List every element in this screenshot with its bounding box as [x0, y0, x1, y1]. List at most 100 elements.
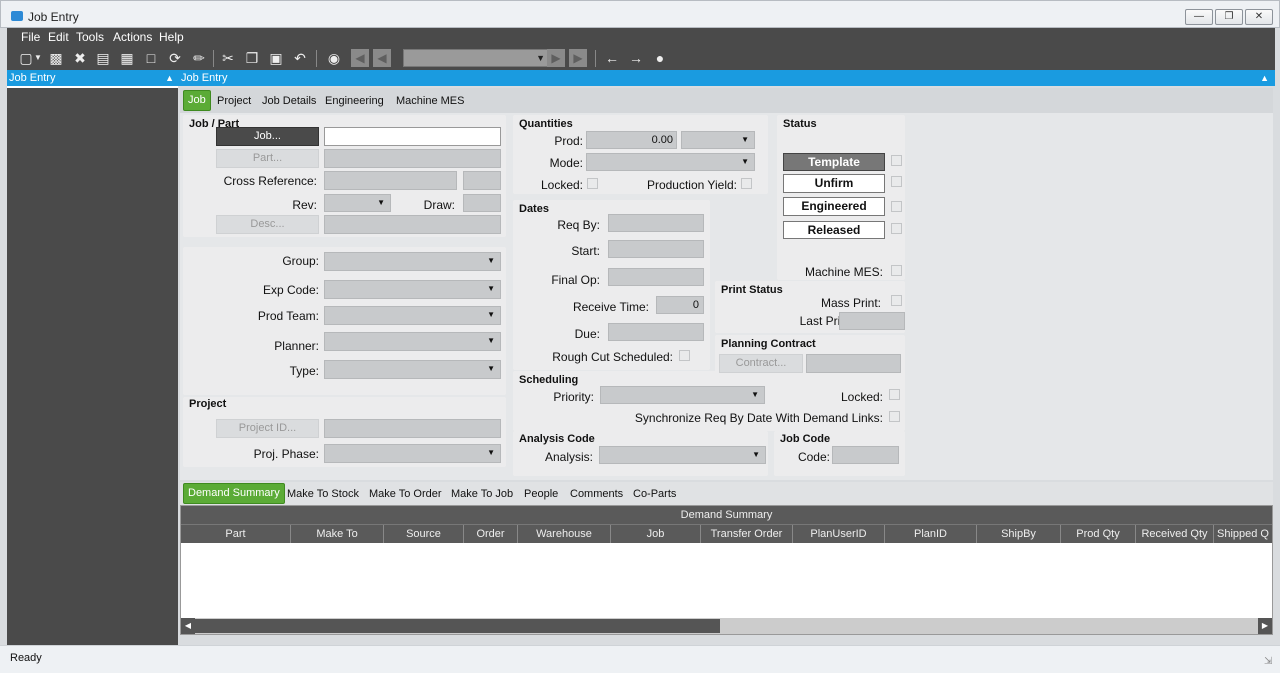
scroll-right-icon[interactable]: ▶	[1258, 618, 1272, 634]
unfirm-button[interactable]: Unfirm	[783, 174, 885, 193]
tab-people[interactable]: People	[524, 488, 558, 500]
mass-print-checkbox[interactable]	[891, 295, 902, 306]
tab-demand-summary[interactable]: Demand Summary	[183, 483, 285, 504]
project-id-button[interactable]: Project ID...	[216, 419, 319, 438]
start-field[interactable]	[608, 240, 704, 258]
req-by-field[interactable]	[608, 214, 704, 232]
tab-job[interactable]: Job	[183, 90, 211, 111]
production-yield-checkbox[interactable]	[741, 178, 752, 189]
cross-reference-field[interactable]	[324, 171, 457, 190]
cut-icon[interactable]: ✂	[219, 49, 237, 67]
menu-actions[interactable]: Actions	[113, 30, 152, 44]
draw-field[interactable]	[463, 194, 501, 212]
engineered-checkbox[interactable]	[891, 201, 902, 212]
column-header[interactable]: Prod Qty	[1061, 525, 1136, 543]
prod-team-combo[interactable]: ▼	[324, 306, 501, 325]
tab-job-details[interactable]: Job Details	[262, 95, 316, 107]
template-button[interactable]: Template	[783, 153, 885, 171]
group-combo[interactable]: ▼	[324, 252, 501, 271]
final-op-field[interactable]	[608, 268, 704, 286]
restore-button[interactable]: ❐	[1215, 9, 1243, 25]
home-icon[interactable]: ●	[651, 49, 669, 67]
description-field[interactable]	[324, 215, 501, 234]
binoculars-icon[interactable]: ◉	[325, 49, 343, 67]
machine-mes-checkbox[interactable]	[891, 265, 902, 276]
last-icon[interactable]: ▶	[569, 49, 587, 67]
column-header[interactable]: Job	[611, 525, 701, 543]
priority-combo[interactable]: ▼	[600, 386, 765, 404]
tab-make-to-stock[interactable]: Make To Stock	[287, 488, 359, 500]
proj-phase-combo[interactable]: ▼	[324, 444, 501, 463]
next-icon[interactable]: ▶	[547, 49, 565, 67]
contract-field[interactable]	[806, 354, 901, 373]
prev-icon[interactable]: ◀	[373, 49, 391, 67]
first-icon[interactable]: ◀	[351, 49, 369, 67]
menu-tools[interactable]: Tools	[76, 30, 104, 44]
tab-engineering[interactable]: Engineering	[325, 95, 384, 107]
horizontal-scrollbar[interactable]: ◀ ▶	[181, 618, 1272, 634]
paste-icon[interactable]: ▣	[267, 49, 285, 67]
undo-icon[interactable]: ↶	[291, 49, 309, 67]
tab-make-to-job[interactable]: Make To Job	[451, 488, 513, 500]
job-field[interactable]	[324, 127, 501, 146]
column-header[interactable]: ShipBy	[977, 525, 1061, 543]
column-header[interactable]: Source	[384, 525, 464, 543]
cross-reference-extra-field[interactable]	[463, 171, 501, 190]
note-icon[interactable]: □	[142, 49, 160, 67]
exp-code-combo[interactable]: ▼	[324, 280, 501, 299]
refresh-icon[interactable]: ⟳	[166, 49, 184, 67]
tab-project[interactable]: Project	[217, 95, 251, 107]
scrollbar-thumb[interactable]	[195, 619, 720, 633]
contract-button[interactable]: Contract...	[719, 354, 803, 373]
menu-file[interactable]: File	[21, 30, 40, 44]
record-navigator-combo[interactable]: ▼	[403, 49, 549, 67]
brush-icon[interactable]: ✏	[190, 49, 208, 67]
prod-qty-field[interactable]: 0.00	[586, 131, 677, 149]
column-header[interactable]: Shipped Q	[1214, 525, 1272, 543]
column-header[interactable]: PlanID	[885, 525, 977, 543]
dropdown-arrow-icon[interactable]: ▼	[33, 49, 43, 67]
job-button[interactable]: Job...	[216, 127, 319, 146]
tab-machine-mes[interactable]: Machine MES	[396, 95, 464, 107]
menu-help[interactable]: Help	[159, 30, 184, 44]
part-button[interactable]: Part...	[216, 149, 319, 168]
rough-cut-scheduled-checkbox[interactable]	[679, 350, 690, 361]
tab-comments[interactable]: Comments	[570, 488, 623, 500]
released-checkbox[interactable]	[891, 223, 902, 234]
code-field[interactable]	[832, 446, 899, 464]
prod-uom-combo[interactable]: ▼	[681, 131, 755, 149]
column-header[interactable]: Part	[181, 525, 291, 543]
desc-button[interactable]: Desc...	[216, 215, 319, 234]
resize-grip-icon[interactable]: ⇲	[1264, 656, 1272, 667]
locked-checkbox[interactable]	[587, 178, 598, 189]
part-field[interactable]	[324, 149, 501, 168]
column-header[interactable]: PlanUserID	[793, 525, 885, 543]
pin-icon[interactable]: ▲	[165, 70, 174, 86]
back-icon[interactable]: ←	[603, 49, 621, 67]
tab-make-to-order[interactable]: Make To Order	[369, 488, 442, 500]
sync-req-by-checkbox[interactable]	[889, 411, 900, 422]
mode-combo[interactable]: ▼	[586, 153, 755, 171]
scroll-left-icon[interactable]: ◀	[181, 618, 195, 634]
forward-icon[interactable]: →	[627, 49, 645, 67]
project-id-field[interactable]	[324, 419, 501, 438]
save-icon[interactable]: ▩	[47, 49, 65, 67]
delete-icon[interactable]: ✖	[71, 49, 89, 67]
close-button[interactable]: ✕	[1245, 9, 1273, 25]
receive-time-field[interactable]: 0	[656, 296, 704, 314]
last-printed-field[interactable]	[839, 312, 905, 330]
copy-icon[interactable]: ❐	[243, 49, 261, 67]
column-header[interactable]: Order	[464, 525, 518, 543]
type-combo[interactable]: ▼	[324, 360, 501, 379]
scheduling-locked-checkbox[interactable]	[889, 389, 900, 400]
released-button[interactable]: Released	[783, 221, 885, 239]
due-field[interactable]	[608, 323, 704, 341]
column-header[interactable]: Transfer Order	[701, 525, 793, 543]
book-icon[interactable]: ▤	[94, 49, 112, 67]
planner-combo[interactable]: ▼	[324, 332, 501, 351]
rev-combo[interactable]: ▼	[324, 194, 391, 212]
pin-icon[interactable]: ▲	[1260, 70, 1269, 86]
grid-icon[interactable]: ▦	[118, 49, 136, 67]
template-checkbox[interactable]	[891, 155, 902, 166]
engineered-button[interactable]: Engineered	[783, 197, 885, 216]
